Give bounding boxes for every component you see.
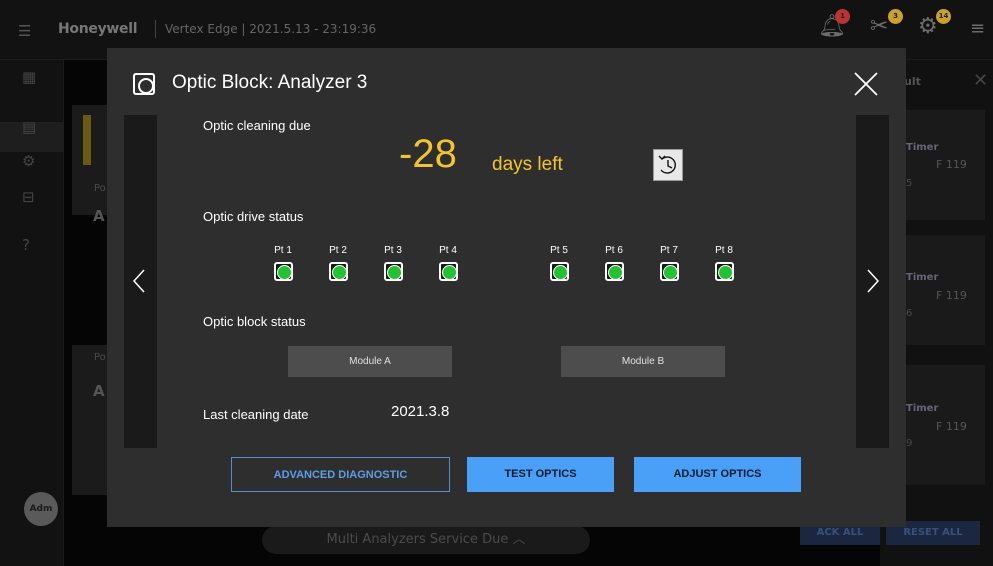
status-led-icon [605,262,624,281]
optic-block-icon [133,73,155,95]
brand-logo: Honeywell [58,21,138,37]
days-left-unit: days left [492,154,563,175]
tools-icon[interactable]: ✂︎ [870,14,888,39]
last-cleaning-value: 2021.3.8 [391,403,450,420]
point-label: Pt 5 [550,245,568,256]
timer-sub: 9 [906,438,913,449]
drive-point-3: Pt 3 [381,245,405,281]
point-label: Pt 8 [715,245,733,256]
chevron-left-icon [132,269,145,293]
drive-point-8: Pt 8 [712,245,736,281]
point-label: Pt 6 [605,245,623,256]
point-label: Pt 4 [439,245,457,256]
drive-point-6: Pt 6 [602,245,626,281]
chevron-right-icon [867,269,880,293]
point-label: Pt 7 [660,245,678,256]
alarm-count-badge: 1 [835,9,850,24]
last-cleaning-label: Last cleaning date [203,407,309,422]
drive-point-4: Pt 4 [436,245,460,281]
help-icon[interactable]: ? [22,236,30,254]
point-label: Pt 1 [274,245,292,256]
adjust-optics-button[interactable]: ADJUST OPTICS [634,457,801,492]
bg-card-value: A [93,207,105,225]
status-led-icon [550,262,569,281]
module-a-button[interactable]: Module A [288,346,452,377]
list-menu-icon[interactable]: ≡ [970,18,985,39]
app-title: Vertex Edge | 2021.5.13 - 23:19:36 [165,22,377,36]
drive-point-7: Pt 7 [657,245,681,281]
close-button[interactable] [852,70,880,98]
panel-header-fragment: ult [904,75,921,88]
block-status-label: Optic block status [203,314,306,329]
cleaning-due-label: Optic cleaning due [203,118,311,133]
hamburger-menu-icon[interactable]: ☰ [18,22,31,40]
drive-point-5: Pt 5 [547,245,571,281]
user-avatar[interactable]: Adm [24,492,58,526]
status-led-icon [274,262,293,281]
maintenance-count-badge: 14 [936,9,951,24]
status-led-icon [439,262,458,281]
maintenance-icon[interactable]: ⚙︎ [918,14,938,39]
left-navigation: ▦ ▤ ⚙︎ ⊟ ? Adm [0,60,64,566]
days-left-value: -28 [399,132,457,176]
drive-point-2: Pt 2 [326,245,350,281]
devices-icon[interactable]: ⊟ [22,188,35,206]
dashboard-icon[interactable]: ▦ [22,68,36,86]
timer-value: F 119 [936,158,967,171]
reports-icon[interactable]: ▤ [22,118,36,136]
service-due-bar[interactable]: Multi Analyzers Service Due ︿ [262,526,590,554]
bg-card-label: Po [94,183,106,194]
settings-icon[interactable]: ⚙︎ [22,152,35,170]
advanced-diagnostic-button[interactable]: ADVANCED DIAGNOSTIC [231,457,450,492]
previous-button[interactable] [124,115,157,448]
bg-card [72,105,112,215]
reset-cleaning-timer-button[interactable] [653,149,683,181]
module-b-button[interactable]: Module B [561,346,725,377]
status-led-icon [329,262,348,281]
timer-title: Timer [906,403,939,414]
tools-count-badge: 3 [888,9,903,24]
status-led-icon [384,262,403,281]
timer-sub: 6 [906,308,913,319]
close-icon [854,72,878,96]
brand-divider [155,20,156,38]
bg-card [72,345,112,495]
drive-status-label: Optic drive status [203,209,304,224]
timer-sub: 5 [906,178,913,189]
service-due-label: Multi Analyzers Service Due [326,532,509,547]
bg-card-label: Po [94,352,106,363]
history-icon [658,155,676,174]
timer-value: F 119 [936,420,967,433]
point-label: Pt 3 [384,245,402,256]
timer-value: F 119 [936,289,967,302]
optic-block-dialog: Optic Block: Analyzer 3 Optic cleaning d… [107,48,906,527]
next-button[interactable] [856,115,889,448]
point-label: Pt 2 [329,245,347,256]
timer-title: Timer [906,272,939,283]
bg-warning-strip [83,115,91,165]
drive-point-1: Pt 1 [271,245,295,281]
status-led-icon [715,262,734,281]
status-led-icon [660,262,679,281]
chevron-up-icon: ︿ [512,532,526,547]
bg-card-value: A [93,382,105,400]
panel-close-icon[interactable]: ✕ [973,70,988,91]
dialog-title: Optic Block: Analyzer 3 [172,72,368,93]
timer-title: Timer [906,142,939,153]
test-optics-button[interactable]: TEST OPTICS [467,457,614,492]
